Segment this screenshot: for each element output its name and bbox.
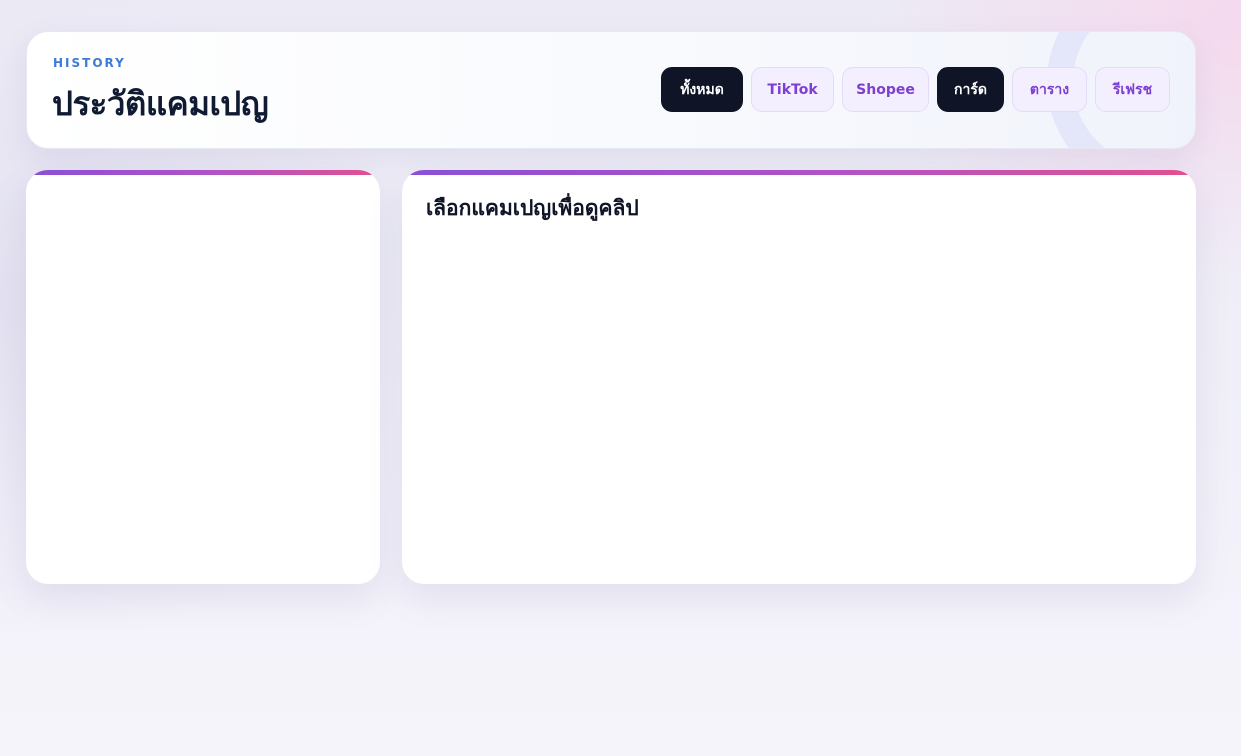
view-table-button[interactable]: ตาราง xyxy=(1012,67,1087,112)
filter-shopee-button[interactable]: Shopee xyxy=(842,67,929,112)
filter-all-button[interactable]: ทั้งหมด xyxy=(661,67,743,112)
page-header: HISTORY ประวัติแคมเปญ ทั้งหมด TikTok Sho… xyxy=(26,31,1196,149)
page-title: ประวัติแคมเปญ xyxy=(52,84,269,123)
refresh-button[interactable]: รีเฟรช xyxy=(1095,67,1170,112)
filter-tiktok-button[interactable]: TikTok xyxy=(751,67,834,112)
section-eyebrow: HISTORY xyxy=(53,56,126,70)
filter-bar: ทั้งหมด TikTok Shopee การ์ด ตาราง รีเฟรช xyxy=(661,67,1170,112)
detail-placeholder-heading: เลือกแคมเปญเพื่อดูคลิป xyxy=(426,196,639,220)
campaign-list-panel xyxy=(26,170,380,584)
view-card-button[interactable]: การ์ด xyxy=(937,67,1004,112)
campaign-detail-panel: เลือกแคมเปญเพื่อดูคลิป xyxy=(402,170,1196,584)
